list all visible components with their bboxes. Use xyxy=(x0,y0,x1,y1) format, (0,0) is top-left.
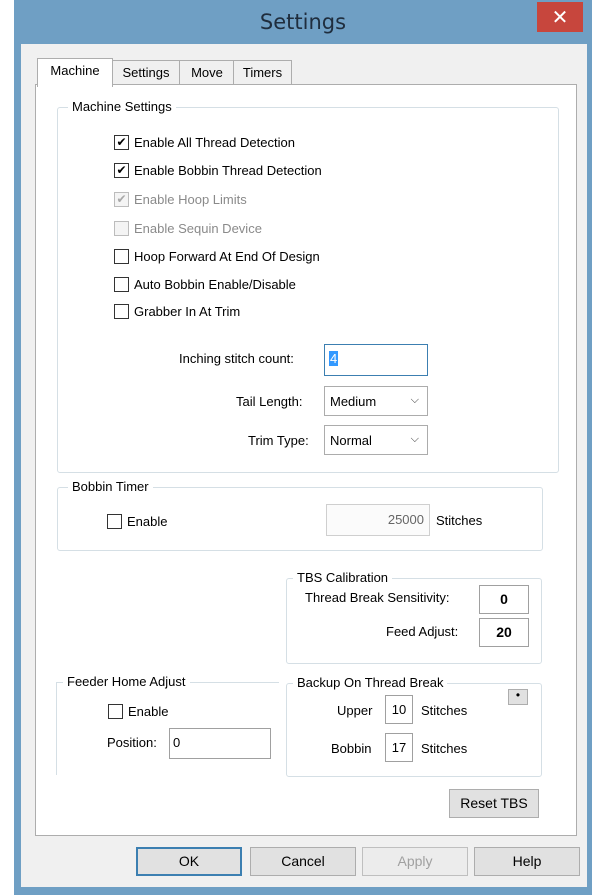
grabber-checkbox[interactable] xyxy=(114,303,129,319)
feeder-home-position-input[interactable]: 0 xyxy=(169,728,271,759)
close-button[interactable]: ✕ xyxy=(537,2,583,32)
tbs-calibration-legend: TBS Calibration xyxy=(293,570,393,586)
bobbin-timer-enable-row[interactable]: Enable xyxy=(107,511,167,531)
checkbox-row-auto-bobbin[interactable]: Auto Bobbin Enable/Disable xyxy=(114,274,296,294)
enable-sequin-device-checkbox xyxy=(114,220,129,236)
tab-move[interactable]: Move xyxy=(179,60,235,87)
close-icon: ✕ xyxy=(551,5,569,29)
enable-sequin-device-label: Enable Sequin Device xyxy=(134,220,262,236)
inching-stitch-count-value: 4 xyxy=(329,351,339,366)
feeder-home-adjust-group: Feeder Home Adjust Enable Position: 0 xyxy=(56,674,279,775)
ok-button[interactable]: OK xyxy=(136,847,242,876)
title-bar[interactable]: Settings ✕ xyxy=(14,0,592,44)
machine-settings-legend: Machine Settings xyxy=(68,99,176,115)
enable-bobbin-thread-checkbox[interactable]: ✔ xyxy=(114,162,129,178)
enable-all-thread-checkbox[interactable]: ✔ xyxy=(114,134,129,150)
feeder-home-position-label: Position: xyxy=(107,735,157,750)
trim-type-label: Trim Type: xyxy=(248,433,309,448)
enable-hoop-limits-checkbox: ✔ xyxy=(114,191,129,207)
chevron-down-icon: ⌵ xyxy=(410,394,419,406)
backup-bobbin-stitches-label: Stitches xyxy=(421,741,468,756)
bobbin-timer-stitches-label: Stitches xyxy=(436,513,483,528)
enable-all-thread-label: Enable All Thread Detection xyxy=(134,134,295,150)
backup-bobbin-input[interactable]: 17 xyxy=(385,733,413,762)
tab-settings[interactable]: Settings xyxy=(111,60,181,87)
enable-hoop-limits-label: Enable Hoop Limits xyxy=(134,191,247,207)
cancel-button[interactable]: Cancel xyxy=(250,847,356,876)
backup-bobbin-label: Bobbin xyxy=(331,741,372,756)
tail-length-value: Medium xyxy=(330,393,377,409)
checkbox-row-sequin-device: Enable Sequin Device xyxy=(114,218,262,238)
bobbin-timer-stitches-input[interactable]: 25000 xyxy=(326,504,430,536)
bobbin-timer-group: Bobbin Timer Enable 25000 Stitches xyxy=(57,479,543,551)
backup-thread-break-legend: Backup On Thread Break xyxy=(293,675,448,691)
bobbin-timer-enable-label: Enable xyxy=(127,513,168,529)
bobbin-timer-legend: Bobbin Timer xyxy=(68,479,153,495)
trim-type-value: Normal xyxy=(330,432,372,448)
backup-thread-break-group: Backup On Thread Break • Upper 10 Stitch… xyxy=(286,675,542,777)
chevron-down-icon: ⌵ xyxy=(410,433,419,445)
apply-button: Apply xyxy=(362,847,468,876)
auto-bobbin-checkbox[interactable] xyxy=(114,276,129,292)
hoop-forward-label: Hoop Forward At End Of Design xyxy=(134,248,320,264)
inching-stitch-count-label: Inching stitch count: xyxy=(179,351,294,366)
grabber-label: Grabber In At Trim xyxy=(134,303,241,319)
bobbin-timer-enable-checkbox[interactable] xyxy=(107,513,122,529)
tab-machine[interactable]: Machine xyxy=(37,58,113,87)
machine-settings-group: Machine Settings ✔ Enable All Thread Det… xyxy=(57,99,559,473)
thread-break-sensitivity-input[interactable]: 0 xyxy=(479,585,529,614)
feeder-home-enable-checkbox[interactable] xyxy=(108,703,123,719)
window-title: Settings xyxy=(259,10,347,34)
checkbox-row-grabber[interactable]: Grabber In At Trim xyxy=(114,301,240,321)
backup-upper-label: Upper xyxy=(337,703,373,718)
feeder-home-enable-row[interactable]: Enable xyxy=(108,701,168,721)
tbs-calibration-group: TBS Calibration Thread Break Sensitivity… xyxy=(286,570,542,664)
feeder-home-enable-label: Enable xyxy=(128,703,169,719)
feed-adjust-input[interactable]: 20 xyxy=(479,618,529,647)
help-button[interactable]: Help xyxy=(474,847,580,876)
checkbox-row-bobbin-thread[interactable]: ✔ Enable Bobbin Thread Detection xyxy=(114,160,322,180)
feed-adjust-label: Feed Adjust: xyxy=(386,624,459,639)
tail-length-select[interactable]: Medium ⌵ xyxy=(324,386,428,416)
checkbox-row-all-thread[interactable]: ✔ Enable All Thread Detection xyxy=(114,132,295,152)
trim-type-select[interactable]: Normal ⌵ xyxy=(324,425,428,455)
enable-bobbin-thread-label: Enable Bobbin Thread Detection xyxy=(134,162,322,178)
tab-timers[interactable]: Timers xyxy=(233,60,292,87)
backup-upper-stitches-label: Stitches xyxy=(421,703,468,718)
feeder-home-highlight: Feeder Home Adjust Enable Position: 0 xyxy=(40,664,279,775)
backup-dot-button[interactable]: • xyxy=(508,689,528,705)
reset-tbs-button[interactable]: Reset TBS xyxy=(449,789,539,818)
thread-break-sensitivity-label: Thread Break Sensitivity: xyxy=(305,590,450,605)
feeder-home-adjust-legend: Feeder Home Adjust xyxy=(63,674,190,690)
auto-bobbin-label: Auto Bobbin Enable/Disable xyxy=(134,276,296,292)
checkbox-row-hoop-limits: ✔ Enable Hoop Limits xyxy=(114,189,247,209)
tail-length-label: Tail Length: xyxy=(236,394,303,409)
inching-stitch-count-input[interactable]: 4 xyxy=(324,344,428,376)
backup-upper-input[interactable]: 10 xyxy=(385,695,413,724)
checkbox-row-hoop-forward[interactable]: Hoop Forward At End Of Design xyxy=(114,246,320,266)
hoop-forward-checkbox[interactable] xyxy=(114,248,129,264)
